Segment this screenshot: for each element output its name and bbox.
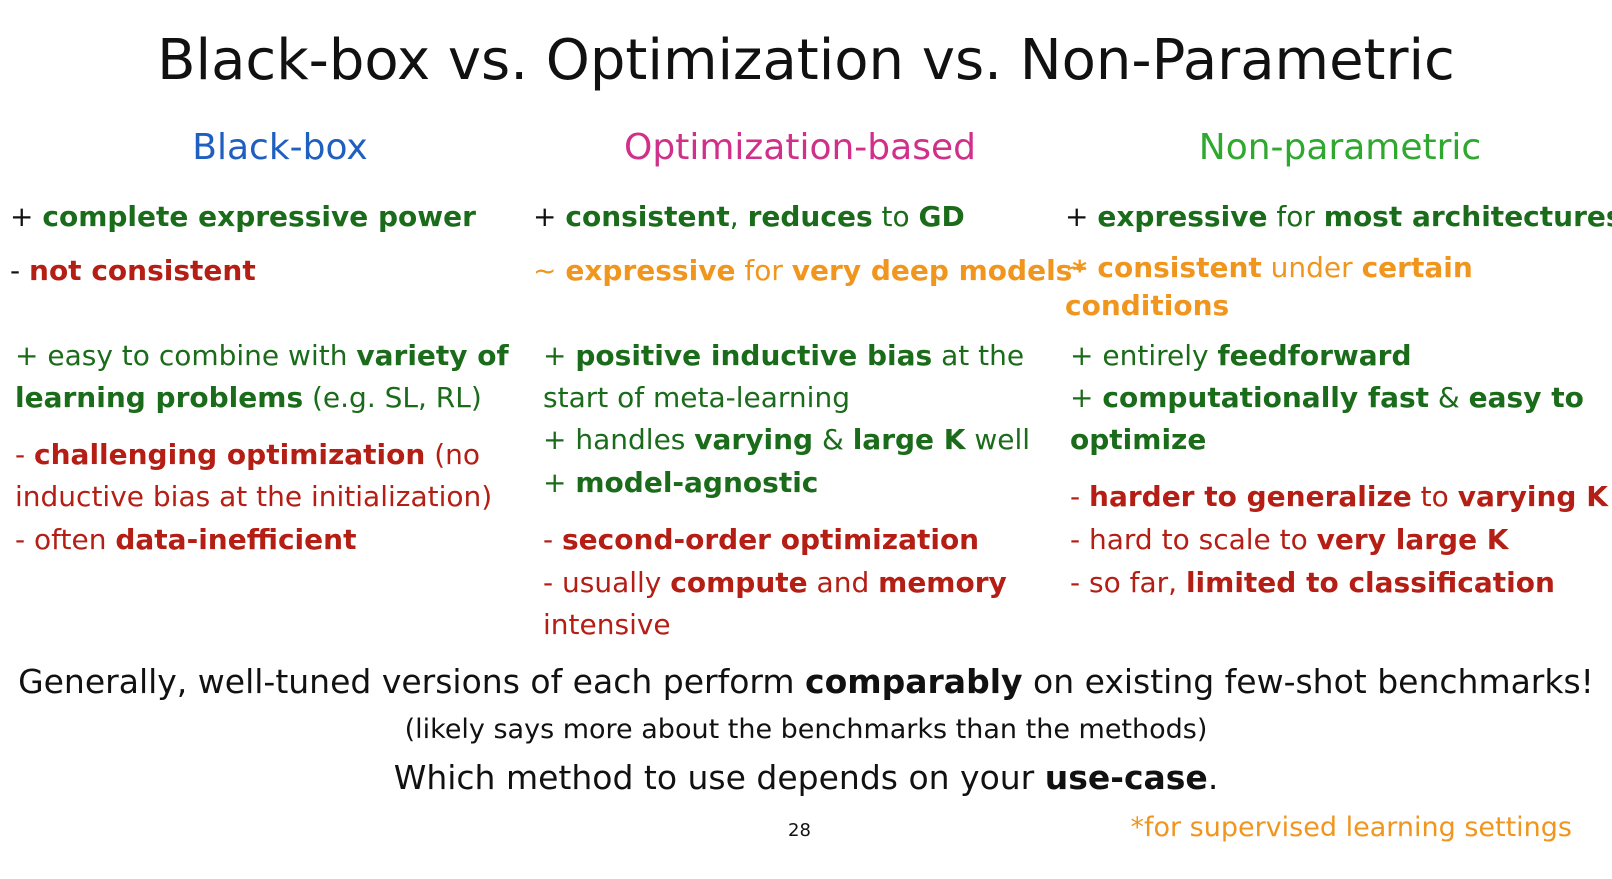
non-parametric-pro-expressive: + expressive for most architectures — [1065, 200, 1612, 233]
optimization-pro-varying-k: + handles varying & large K well — [543, 423, 1031, 456]
black-box-con-consistency: - not consistent — [10, 254, 256, 287]
non-parametric-mixed-consistent: ~ consistent under certain — [1065, 251, 1473, 284]
optimization-con-compute: - usually compute and memory — [543, 566, 1007, 599]
footnote: *for supervised learning settings — [1130, 812, 1572, 843]
optimization-mixed-expressive: ~ expressive for very deep models* — [533, 254, 1087, 287]
optimization-con-compute-cont: intensive — [543, 608, 671, 641]
column-heading-black-box: Black-box — [192, 127, 368, 168]
non-parametric-con-generalize: - harder to generalize to varying K — [1070, 480, 1608, 513]
optimization-pro-consistent: + consistent, reduces to GD — [533, 200, 965, 233]
optimization-pro-inductive-bias-cont: start of meta-learning — [543, 381, 850, 414]
use-case-note: Which method to use depends on your use-… — [393, 758, 1219, 797]
black-box-pro-combine-cont: learning problems (e.g. SL, RL) — [15, 381, 482, 414]
column-heading-optimization-based: Optimization-based — [624, 127, 976, 168]
black-box-con-data: - often data-inefficient — [15, 523, 357, 556]
optimization-pro-model-agnostic: + model-agnostic — [543, 466, 819, 499]
non-parametric-mixed-consistent-cont: conditions — [1065, 289, 1230, 322]
slide-title: Black-box vs. Optimization vs. Non-Param… — [157, 28, 1455, 93]
black-box-pro-combine: + easy to combine with variety of — [15, 339, 509, 372]
non-parametric-con-scale: - hard to scale to very large K — [1070, 523, 1509, 556]
benchmark-note: (likely says more about the benchmarks t… — [404, 714, 1208, 745]
non-parametric-pro-feedforward: + entirely feedforward — [1070, 339, 1412, 372]
column-heading-non-parametric: Non-parametric — [1198, 127, 1482, 168]
black-box-con-optimization-cont: inductive bias at the initialization) — [15, 480, 493, 513]
optimization-con-second-order: - second-order optimization — [543, 523, 980, 556]
black-box-pro-expressive: + complete expressive power — [10, 200, 476, 233]
summary-line: Generally, well-tuned versions of each p… — [18, 662, 1594, 701]
non-parametric-pro-fast: + computationally fast & easy to — [1070, 381, 1584, 414]
page-number: 28 — [788, 820, 811, 841]
black-box-con-optimization: - challenging optimization (no — [15, 438, 481, 471]
non-parametric-pro-fast-cont: optimize — [1070, 423, 1207, 456]
non-parametric-con-classification: - so far, limited to classification — [1070, 566, 1555, 599]
optimization-pro-inductive-bias: + positive inductive bias at the — [543, 339, 1025, 372]
